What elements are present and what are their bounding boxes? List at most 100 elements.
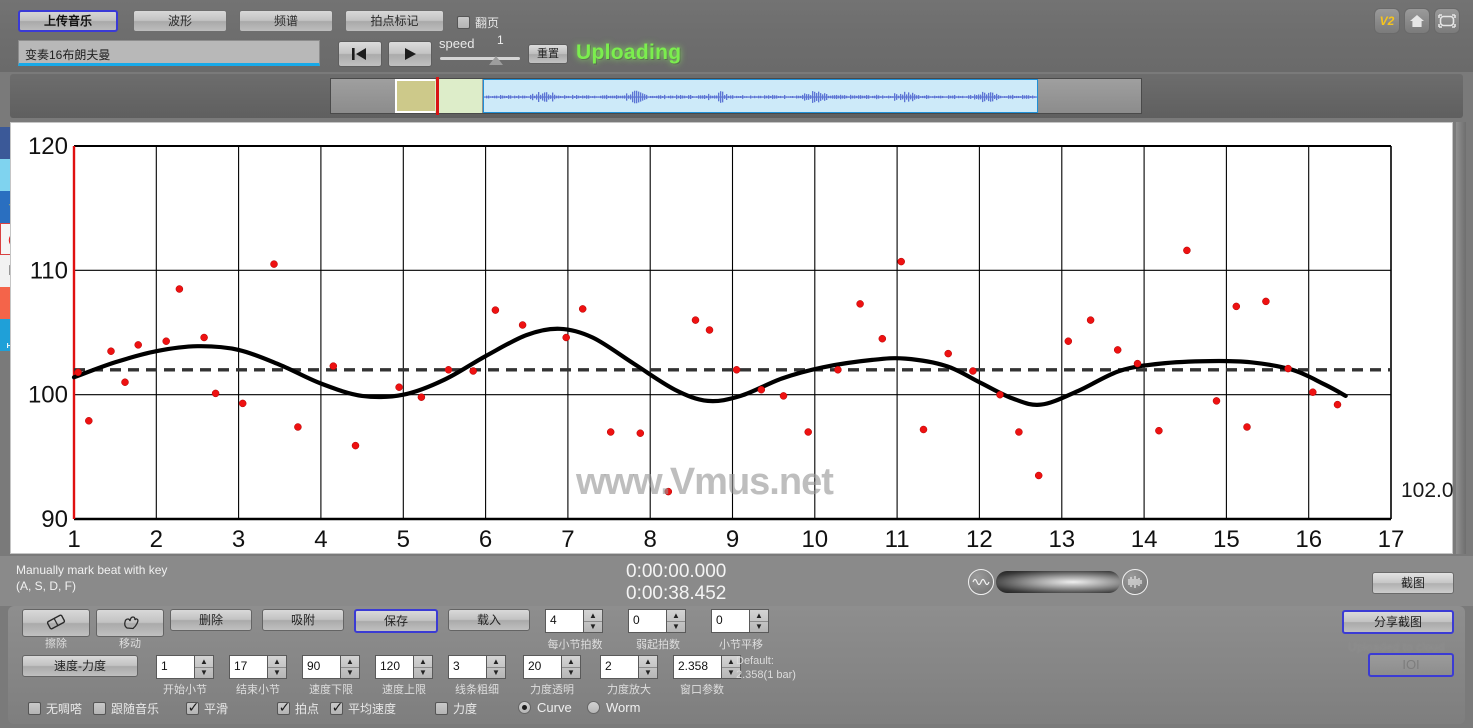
speed-max-stepper[interactable]: 120 ▲ ▼ [375,655,433,679]
velocity-transparency-arrows[interactable]: ▲ ▼ [561,655,581,679]
spinner-down-icon[interactable]: ▼ [487,668,505,679]
waveform-overview[interactable] [330,77,1142,115]
average-speed-checkbox-row[interactable]: 平均速度 [330,699,396,717]
bar-shift-arrows[interactable]: ▲ ▼ [749,609,769,633]
window-param-stepper[interactable]: 2.358 ▲ ▼ [673,655,741,679]
waveform-button[interactable]: 波形 [133,10,227,32]
spinner-up-icon[interactable]: ▲ [268,656,286,668]
song-name-field[interactable]: 变奏16布朗夫曼 [18,40,320,66]
curve-radio-row[interactable]: Curve [518,700,572,715]
velocity-amplify-value[interactable]: 2 [600,655,638,679]
speed-min-value[interactable]: 90 [302,655,340,679]
beats-per-bar-stepper[interactable]: 4 ▲ ▼ [545,609,603,633]
start-bar-arrows[interactable]: ▲ ▼ [194,655,214,679]
share-screenshot-button[interactable]: 分享截图 [1342,610,1454,634]
screenshot-button[interactable]: 截图 [1372,572,1454,594]
curve-radio[interactable] [518,701,531,714]
waveform-playhead[interactable] [436,77,439,115]
bar-shift-value[interactable]: 0 [711,609,749,633]
pickup-beats-value[interactable]: 0 [628,609,666,633]
spinner-down-icon[interactable]: ▼ [750,622,768,633]
waveform-selection-inner[interactable] [435,79,482,113]
speed-slider-knob[interactable] [489,56,503,65]
spectrum-button[interactable]: 频谱 [239,10,333,32]
average-speed-checkbox[interactable] [330,699,344,716]
spinner-down-icon[interactable]: ▼ [584,622,602,633]
waveform-audio-region[interactable] [483,79,1038,113]
volume-control[interactable] [968,569,1148,597]
reset-button[interactable]: 重置 [528,44,568,64]
beat-mark-button[interactable]: 拍点标记 [345,10,444,32]
home-icon[interactable] [1404,8,1430,34]
smooth-checkbox-row[interactable]: 平滑 [186,699,228,717]
follow-music-checkbox-row[interactable]: 跟随音乐 [93,700,159,717]
window-param-value[interactable]: 2.358 [673,655,721,679]
flip-page-checkbox-row[interactable]: 翻页 [457,14,499,31]
fullscreen-icon[interactable] [1434,8,1460,34]
spinner-down-icon[interactable]: ▼ [414,668,432,679]
velocity-transparency-value[interactable]: 20 [523,655,561,679]
end-bar-value[interactable]: 17 [229,655,267,679]
velocity-checkbox-row[interactable]: 力度 [435,700,477,717]
no-chord-checkbox[interactable] [28,702,41,715]
velocity-transparency-stepper[interactable]: 20 ▲ ▼ [523,655,581,679]
volume-low-icon[interactable] [968,569,994,595]
tempo-chart-panel[interactable]: 90 100 110 120 1 2 3 4 5 6 7 8 9 10 11 12 13 14 15 16 17 www… [10,122,1454,554]
save-button[interactable]: 保存 [354,609,438,633]
velocity-amplify-stepper[interactable]: 2 ▲ ▼ [600,655,658,679]
speed-min-stepper[interactable]: 90 ▲ ▼ [302,655,360,679]
spinner-up-icon[interactable]: ▲ [584,610,602,622]
speed-min-arrows[interactable]: ▲ ▼ [340,655,360,679]
volume-high-icon[interactable] [1122,569,1148,595]
spinner-up-icon[interactable]: ▲ [195,656,213,668]
flip-page-checkbox[interactable] [457,16,470,29]
pickup-beats-stepper[interactable]: 0 ▲ ▼ [628,609,686,633]
spinner-down-icon[interactable]: ▼ [268,668,286,679]
start-bar-stepper[interactable]: 1 ▲ ▼ [156,655,214,679]
spinner-up-icon[interactable]: ▲ [667,610,685,622]
beats-per-bar-value[interactable]: 4 [545,609,583,633]
move-tool-button[interactable] [96,609,164,637]
snap-button[interactable]: 吸附 [262,609,344,631]
worm-radio-row[interactable]: Worm [587,700,640,715]
volume-slider[interactable] [996,571,1120,593]
pickup-beats-arrows[interactable]: ▲ ▼ [666,609,686,633]
rewind-to-start-button[interactable] [338,41,382,67]
beat-point-checkbox-row[interactable]: 拍点 [277,699,319,717]
play-button[interactable] [388,41,432,67]
v2-badge-icon[interactable]: V2 [1374,8,1400,34]
upload-music-button[interactable]: 上传音乐 [18,10,118,32]
line-width-stepper[interactable]: 3 ▲ ▼ [448,655,506,679]
spinner-down-icon[interactable]: ▼ [562,668,580,679]
speed-velocity-button[interactable]: 速度-力度 [22,655,138,677]
line-width-value[interactable]: 3 [448,655,486,679]
spinner-down-icon[interactable]: ▼ [639,668,657,679]
spinner-down-icon[interactable]: ▼ [667,622,685,633]
velocity-amplify-arrows[interactable]: ▲ ▼ [638,655,658,679]
speed-slider-track[interactable] [440,57,520,60]
smooth-checkbox[interactable] [186,699,200,716]
spinner-up-icon[interactable]: ▲ [487,656,505,668]
spinner-up-icon[interactable]: ▲ [639,656,657,668]
bar-shift-stepper[interactable]: 0 ▲ ▼ [711,609,769,633]
beat-point-checkbox[interactable] [277,699,291,716]
spinner-up-icon[interactable]: ▲ [562,656,580,668]
end-bar-stepper[interactable]: 17 ▲ ▼ [229,655,287,679]
velocity-checkbox[interactable] [435,702,448,715]
spinner-up-icon[interactable]: ▲ [341,656,359,668]
spinner-up-icon[interactable]: ▲ [414,656,432,668]
start-bar-value[interactable]: 1 [156,655,194,679]
line-width-arrows[interactable]: ▲ ▼ [486,655,506,679]
end-bar-arrows[interactable]: ▲ ▼ [267,655,287,679]
erase-tool-button[interactable] [22,609,90,637]
beats-per-bar-arrows[interactable]: ▲ ▼ [583,609,603,633]
worm-radio[interactable] [587,701,600,714]
ioi-button[interactable]: IOI [1368,653,1454,677]
delete-button[interactable]: 删除 [170,609,252,631]
spinner-down-icon[interactable]: ▼ [341,668,359,679]
spinner-up-icon[interactable]: ▲ [750,610,768,622]
speed-max-arrows[interactable]: ▲ ▼ [413,655,433,679]
load-button[interactable]: 载入 [448,609,530,631]
speed-max-value[interactable]: 120 [375,655,413,679]
no-chord-checkbox-row[interactable]: 无啁嗒 [28,700,82,717]
